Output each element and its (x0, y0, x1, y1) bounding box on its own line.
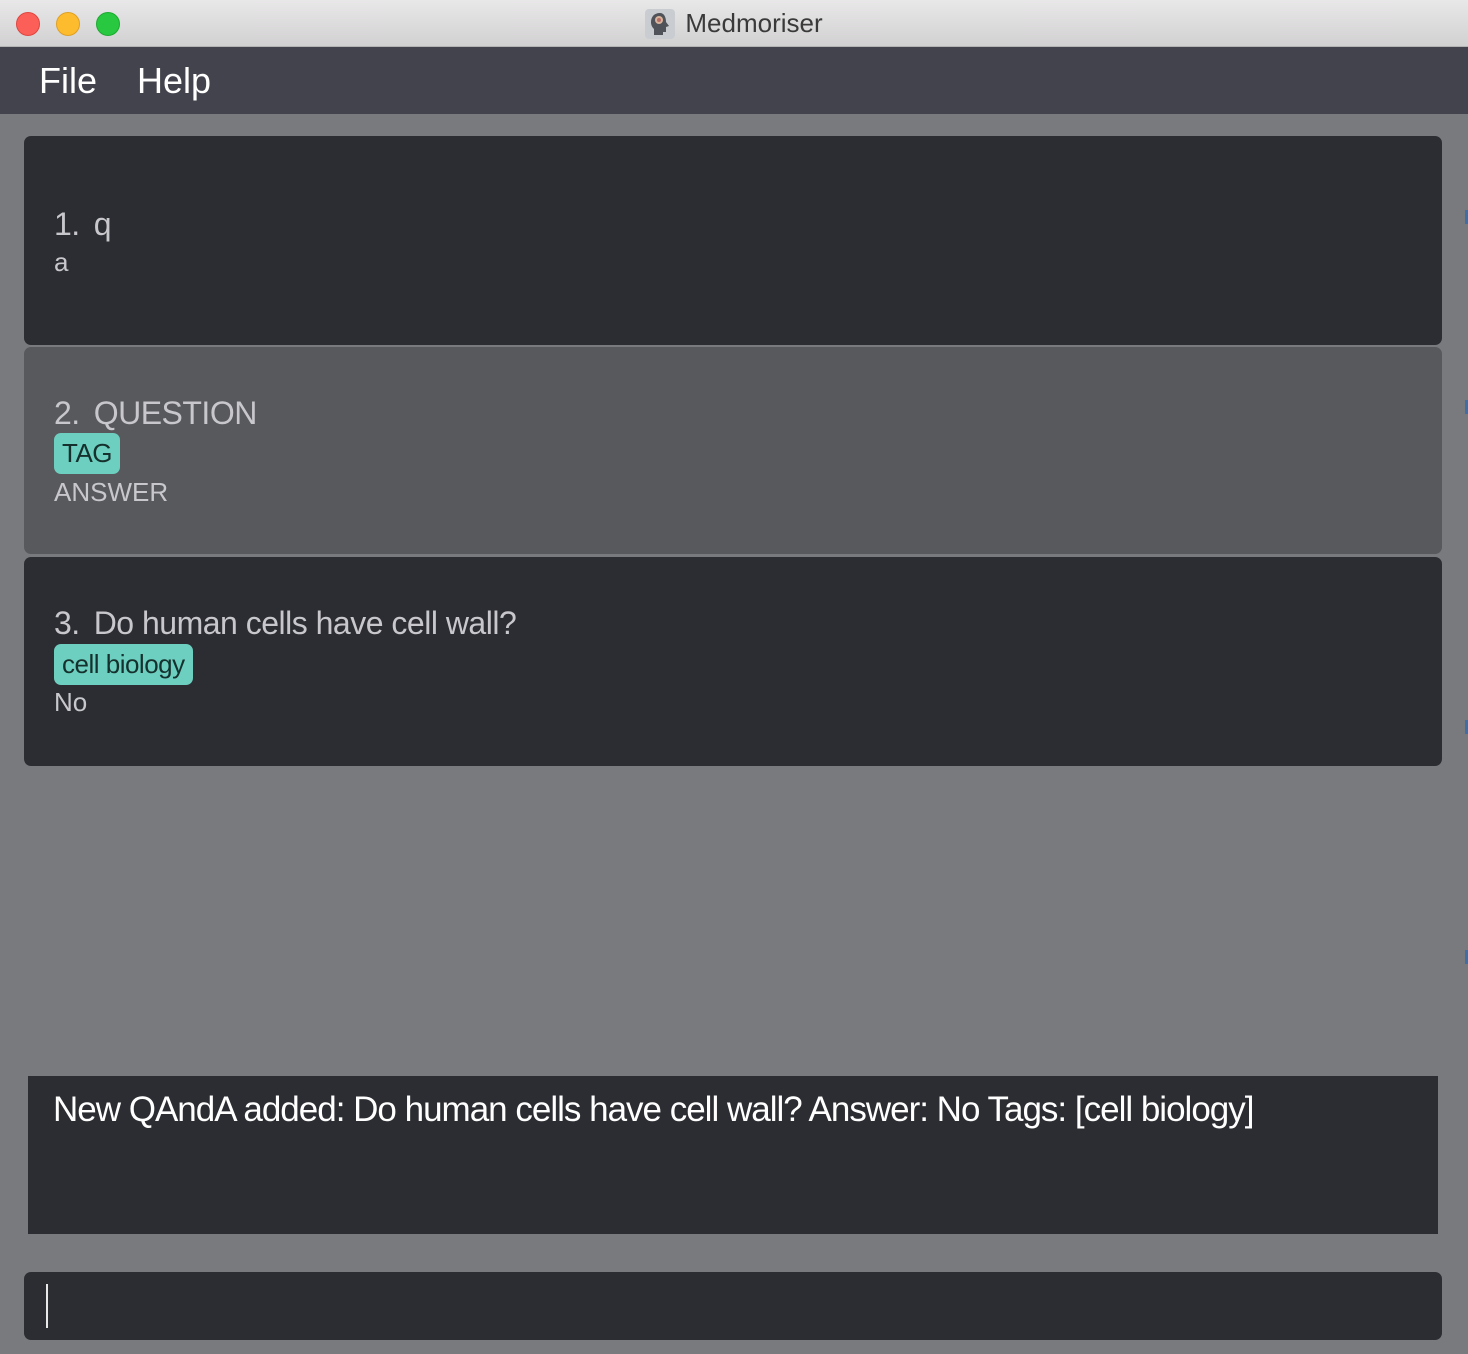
qanda-card-1[interactable]: 1. q a (24, 136, 1442, 345)
app-window: Medmoriser File Help 1. q a 2. QUESTION TA… (0, 0, 1468, 1354)
title-bar: Medmoriser (0, 0, 1468, 47)
menu-bar: File Help (0, 47, 1468, 114)
menu-file[interactable]: File (39, 60, 97, 102)
qanda-answer: a (54, 247, 69, 277)
window-title: Medmoriser (685, 8, 823, 38)
title-wrap: Medmoriser (0, 0, 1468, 47)
qanda-index: 3. (54, 605, 80, 641)
brain-head-icon (645, 8, 676, 39)
result-text: New QAndA added: Do human cells have cel… (53, 1090, 1254, 1129)
command-input[interactable] (24, 1272, 1442, 1340)
qanda-question: q (93, 206, 112, 242)
qanda-question: QUESTION (93, 395, 258, 431)
menu-help[interactable]: Help (137, 60, 211, 102)
qanda-index: 2. (54, 395, 80, 431)
tag-badge: TAG (54, 433, 121, 474)
qanda-answer: ANSWER (54, 477, 169, 507)
qanda-index: 1. (54, 206, 80, 242)
qanda-card-3[interactable]: 3. Do human cells have cell wall? cell bi… (24, 557, 1442, 766)
text-caret (46, 1284, 48, 1328)
qanda-card-title: 3. Do human cells have cell wall? (54, 605, 517, 642)
qanda-question: Do human cells have cell wall? (93, 605, 517, 641)
qanda-card-title: 2. QUESTION (54, 395, 257, 432)
result-display: New QAndA added: Do human cells have cel… (28, 1076, 1438, 1234)
qanda-card-2[interactable]: 2. QUESTION TAG ANSWER (24, 347, 1442, 554)
qanda-answer: No (54, 687, 88, 717)
qanda-card-title: 1. q (54, 206, 111, 243)
tag-badge: cell biology (54, 644, 193, 685)
